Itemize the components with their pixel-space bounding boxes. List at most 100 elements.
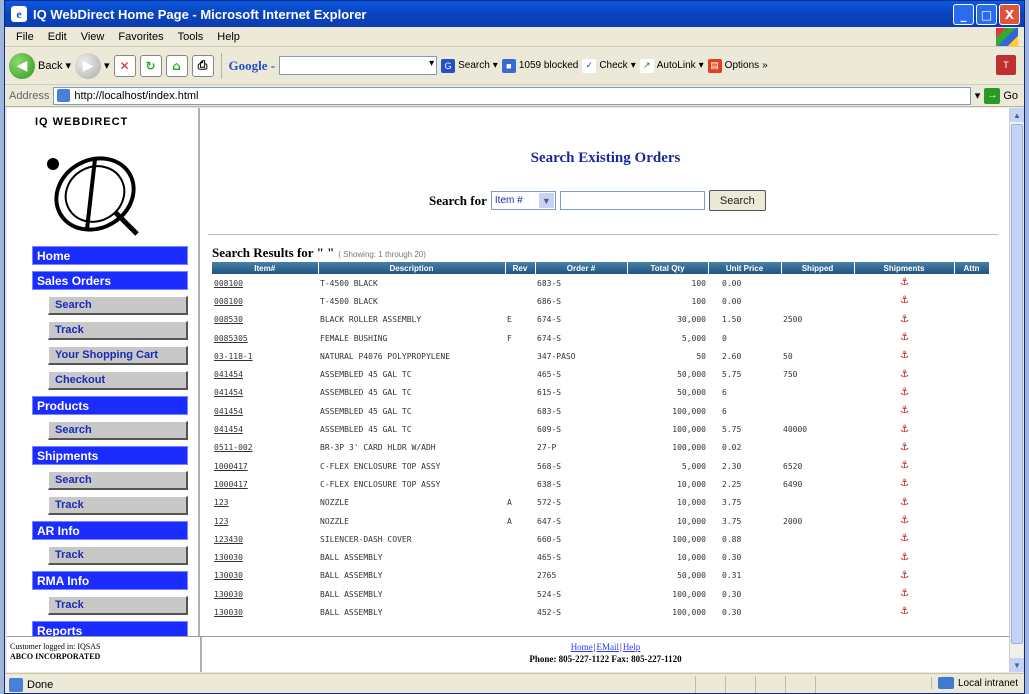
shipment-icon[interactable]: ⚓ bbox=[900, 277, 909, 289]
item-link[interactable]: 130030 bbox=[212, 548, 318, 566]
go-button[interactable]: → Go bbox=[984, 87, 1018, 104]
shipment-icon[interactable]: ⚓ bbox=[900, 332, 909, 344]
nav-shipments-track[interactable]: Track bbox=[48, 496, 188, 515]
item-link[interactable]: 041454 bbox=[212, 420, 318, 438]
menu-edit[interactable]: Edit bbox=[41, 31, 74, 43]
col-unit-price[interactable]: Unit Price bbox=[708, 262, 782, 274]
close-button[interactable]: X bbox=[999, 4, 1020, 25]
item-link[interactable]: 008530 bbox=[212, 311, 318, 329]
shipment-icon[interactable]: ⚓ bbox=[900, 570, 909, 582]
menu-favorites[interactable]: Favorites bbox=[111, 31, 170, 43]
spell-check-button[interactable]: ✓ Check ▾ bbox=[582, 58, 636, 73]
shipment-icon[interactable]: ⚓ bbox=[900, 533, 909, 545]
google-search-input[interactable] bbox=[279, 56, 438, 75]
nav-sales-orders[interactable]: Sales Orders bbox=[32, 271, 188, 290]
stop-button[interactable]: ✕ bbox=[113, 54, 136, 77]
shipment-icon[interactable]: ⚓ bbox=[900, 460, 909, 472]
footer-link-home[interactable]: Home bbox=[571, 642, 593, 652]
item-link[interactable]: 1000417 bbox=[212, 475, 318, 493]
nav-ar-info[interactable]: AR Info bbox=[32, 521, 188, 540]
menu-view[interactable]: View bbox=[74, 31, 112, 43]
col-shipped[interactable]: Shipped bbox=[781, 262, 855, 274]
more-chevron[interactable]: » bbox=[762, 60, 768, 71]
search-button[interactable]: Search bbox=[708, 190, 766, 211]
home-button[interactable]: ⌂ bbox=[165, 54, 188, 77]
scroll-up-icon[interactable]: ▲ bbox=[1010, 108, 1024, 122]
search-field-select[interactable]: Item # ▼ bbox=[490, 191, 556, 210]
shipment-icon[interactable]: ⚓ bbox=[900, 588, 909, 600]
col-attn[interactable]: Attn bbox=[954, 262, 990, 274]
col-item[interactable]: Item# bbox=[212, 262, 319, 274]
scroll-thumb[interactable] bbox=[1011, 124, 1023, 644]
autolink-button[interactable]: ↗ AutoLink ▾ bbox=[639, 58, 704, 73]
nav-checkout[interactable]: Checkout bbox=[48, 371, 188, 390]
print-button[interactable]: ⎙ bbox=[191, 54, 214, 77]
shipment-icon[interactable]: ⚓ bbox=[900, 350, 909, 362]
minimize-button[interactable]: _ bbox=[953, 4, 974, 25]
item-link[interactable]: 0511-002 bbox=[212, 439, 318, 457]
nav-ar-info-track[interactable]: Track bbox=[48, 546, 188, 565]
extension-icon[interactable]: T bbox=[996, 55, 1016, 75]
nav-home[interactable]: Home bbox=[32, 246, 188, 265]
item-link[interactable]: 0085305 bbox=[212, 329, 318, 347]
shipment-icon[interactable]: ⚓ bbox=[900, 405, 909, 417]
nav-products[interactable]: Products bbox=[32, 396, 188, 415]
footer-link-email[interactable]: EMail bbox=[597, 642, 620, 652]
shipment-icon[interactable]: ⚓ bbox=[900, 424, 909, 436]
google-search-button[interactable]: G Search ▾ bbox=[441, 58, 498, 73]
vertical-scrollbar[interactable]: ▲ ▼ bbox=[1009, 108, 1024, 672]
item-link[interactable]: 041454 bbox=[212, 365, 318, 383]
shipment-icon[interactable]: ⚓ bbox=[900, 606, 909, 618]
item-link[interactable]: 008100 bbox=[212, 292, 318, 310]
nav-sales-orders-search[interactable]: Search bbox=[48, 296, 188, 315]
item-link[interactable]: 123 bbox=[212, 494, 318, 512]
item-link[interactable]: 008100 bbox=[212, 274, 318, 292]
shipped-cell: 50 bbox=[783, 351, 793, 361]
shipment-icon[interactable]: ⚓ bbox=[900, 314, 909, 326]
nav-rma-info-track[interactable]: Track bbox=[48, 596, 188, 615]
item-link[interactable]: 123 bbox=[212, 512, 318, 530]
col-order[interactable]: Order # bbox=[535, 262, 628, 274]
forward-button[interactable]: ▶ ▾ bbox=[75, 52, 110, 79]
shipment-icon[interactable]: ⚓ bbox=[900, 442, 909, 454]
nav-products-search[interactable]: Search bbox=[48, 421, 188, 440]
col-total-qty[interactable]: Total Qty bbox=[627, 262, 709, 274]
menu-tools[interactable]: Tools bbox=[171, 31, 211, 43]
search-input[interactable] bbox=[559, 191, 705, 210]
nav-sales-orders-track[interactable]: Track bbox=[48, 321, 188, 340]
footer-link-help[interactable]: Help bbox=[623, 642, 641, 652]
item-link[interactable]: 130030 bbox=[212, 603, 318, 621]
shipment-icon[interactable]: ⚓ bbox=[900, 387, 909, 399]
google-toolbar-label[interactable]: Google - bbox=[229, 58, 276, 74]
item-link[interactable]: 123430 bbox=[212, 530, 318, 548]
item-link[interactable]: 03-118-1 bbox=[212, 347, 318, 365]
menu-file[interactable]: File bbox=[9, 31, 41, 43]
shipment-icon[interactable]: ⚓ bbox=[900, 478, 909, 490]
menu-help[interactable]: Help bbox=[210, 31, 247, 43]
address-dropdown-icon[interactable]: ▾ bbox=[975, 89, 981, 102]
back-button[interactable]: ◀ Back ▾ bbox=[9, 52, 71, 79]
nav-rma-info[interactable]: RMA Info bbox=[32, 571, 188, 590]
col-rev[interactable]: Rev bbox=[505, 262, 536, 274]
nav-shipments[interactable]: Shipments bbox=[32, 446, 188, 465]
nav-shipments-search[interactable]: Search bbox=[48, 471, 188, 490]
col-shipments[interactable]: Shipments bbox=[854, 262, 955, 274]
shipment-icon[interactable]: ⚓ bbox=[900, 515, 909, 527]
shipment-icon[interactable]: ⚓ bbox=[900, 295, 909, 307]
item-link[interactable]: 130030 bbox=[212, 567, 318, 585]
address-input[interactable]: http://localhost/index.html bbox=[53, 86, 971, 105]
nav-shopping-cart[interactable]: Your Shopping Cart bbox=[48, 346, 188, 365]
item-link[interactable]: 041454 bbox=[212, 384, 318, 402]
popup-blocker-button[interactable]: ■ 1059 blocked bbox=[501, 58, 578, 73]
shipment-icon[interactable]: ⚓ bbox=[900, 552, 909, 564]
refresh-button[interactable]: ↻ bbox=[139, 54, 162, 77]
item-link[interactable]: 130030 bbox=[212, 585, 318, 603]
options-button[interactable]: ▤ Options » bbox=[707, 58, 768, 73]
item-link[interactable]: 041454 bbox=[212, 402, 318, 420]
shipment-icon[interactable]: ⚓ bbox=[900, 369, 909, 381]
scroll-down-icon[interactable]: ▼ bbox=[1010, 658, 1024, 672]
col-description[interactable]: Description bbox=[318, 262, 506, 274]
maximize-button[interactable]: □ bbox=[976, 4, 997, 25]
item-link[interactable]: 1000417 bbox=[212, 457, 318, 475]
shipment-icon[interactable]: ⚓ bbox=[900, 497, 909, 509]
